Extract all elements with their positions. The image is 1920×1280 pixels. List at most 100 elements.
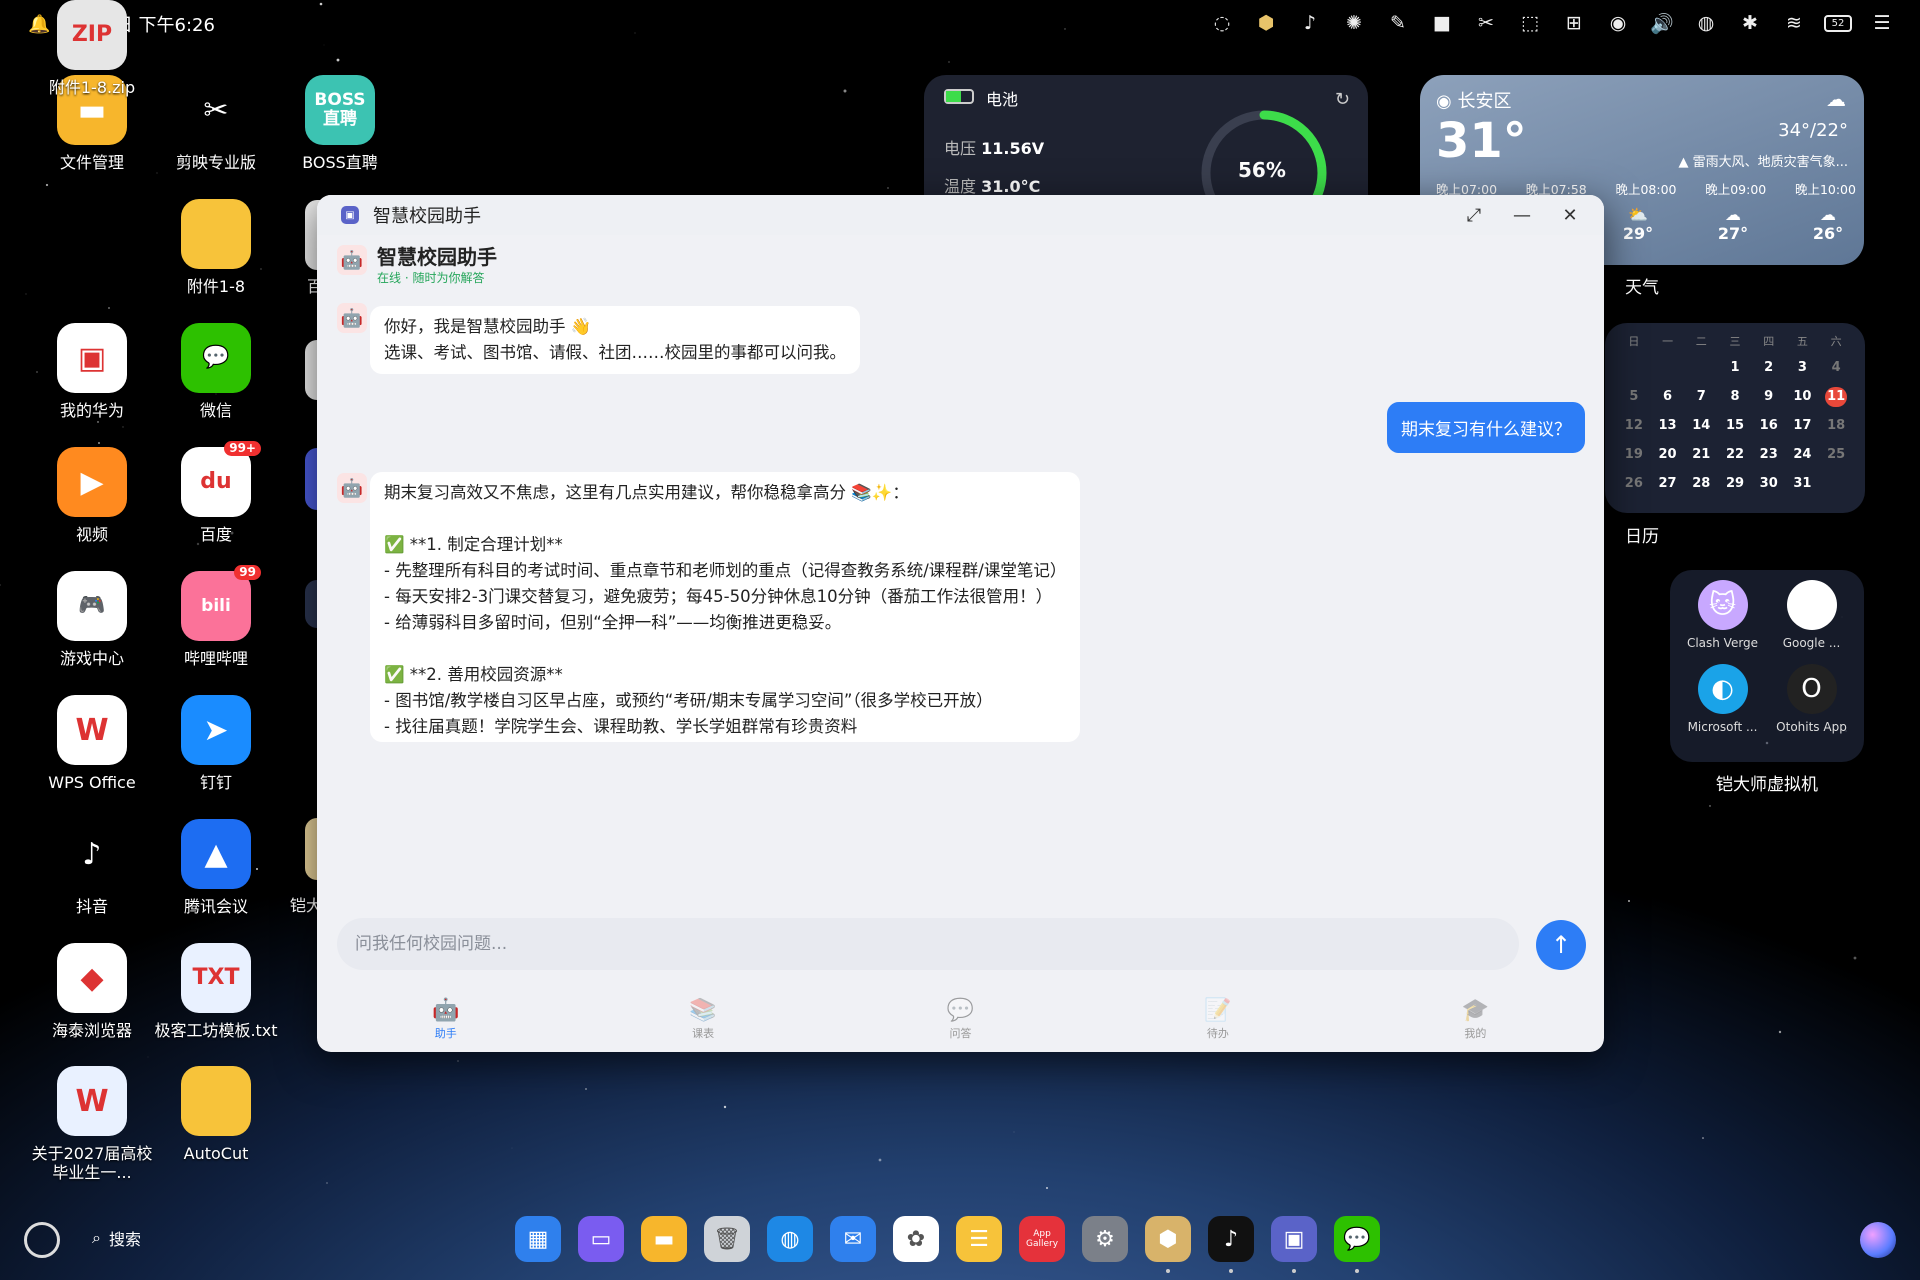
minimize-icon[interactable]: — [1502,201,1542,229]
notes-tray-icon[interactable]: ✎ [1384,9,1412,37]
calendar-day[interactable]: 11 [1825,387,1848,407]
douyin-tray-icon[interactable]: ♪ [1296,9,1324,37]
desktop-icon-8[interactable]: 🎮 游戏中心 [30,571,154,668]
calendar-day[interactable]: 13 [1651,416,1685,436]
dock-settings-icon[interactable]: ⚙ [1082,1216,1128,1262]
desktop-icon-3[interactable]: BOSS 直聘 BOSS直聘 [278,75,402,172]
dock-browser-icon[interactable]: ◍ [767,1216,813,1262]
desktop-icon-13[interactable]: ➤ 钉钉 [154,695,278,792]
send-button[interactable]: ↑ [1536,920,1586,970]
dock-campus-assistant-icon[interactable]: ▣ [1271,1216,1317,1273]
maximize-icon[interactable]: ⤢ [1454,201,1494,229]
dock-notes-icon[interactable]: ☰ [956,1216,1002,1262]
calendar-day[interactable]: 26 [1617,474,1651,494]
calendar-day[interactable]: 5 [1617,387,1651,407]
dock-mail-icon[interactable]: ✉ [830,1216,876,1262]
calendar-day[interactable]: 19 [1617,445,1651,465]
desktop-icon-6[interactable]: ▶ 视频 [30,447,154,544]
dock-virtual-machine-icon[interactable]: ⬢ [1145,1216,1191,1273]
tab-4[interactable]: 📝 待办 [1089,987,1346,1052]
campus-tray-icon[interactable]: ◉ [1604,9,1632,37]
calendar-day[interactable]: 22 [1718,445,1752,465]
screen-capture-tray-icon[interactable]: ⬚ [1516,9,1544,37]
calendar-day[interactable]: 17 [1786,416,1820,436]
screenshot-tray-icon[interactable]: ✂ [1472,9,1500,37]
calendar-day[interactable]: 23 [1752,445,1786,465]
calendar-day[interactable]: 4 [1819,358,1853,378]
pen-icon[interactable]: ◍ [1692,9,1720,37]
desktop-icon-11[interactable]: bili 99 哔哩哔哩 [154,565,278,668]
multiscreen-tray-icon[interactable]: ⊞ [1560,9,1588,37]
desktop-icon-4[interactable]: ▣ 我的华为 [30,323,154,420]
calendar-day[interactable]: 6 [1651,387,1685,407]
calendar-day[interactable]: 20 [1651,445,1685,465]
bluetooth-icon[interactable]: ✱ [1736,9,1764,37]
calendar-day[interactable]: 21 [1684,445,1718,465]
desktop-icon-14[interactable]: ◆ 海泰浏览器 [30,943,154,1040]
desktop-icon-7[interactable]: 💬 微信 [154,323,278,420]
folder-app[interactable]: ◐ Microsoft ... [1678,664,1767,734]
dock-douyin-icon[interactable]: ♪ [1208,1216,1254,1273]
desktop-icon-10[interactable]: W WPS Office [30,695,154,792]
dock-gallery-icon[interactable]: ✿ [893,1216,939,1262]
chat-input[interactable] [337,918,1519,970]
calendar-day[interactable]: 12 [1617,416,1651,436]
folder-widget[interactable]: 🐱 Clash Verge ◉ Google ... ◐ Microsoft ... O Ot… [1670,570,1864,762]
desktop-icon-5[interactable]: 附件1-8 [154,199,278,296]
calendar-day[interactable]: 8 [1718,387,1752,407]
volume-icon[interactable]: 🔊 [1648,9,1676,37]
calendar-day[interactable]: 1 [1718,358,1752,378]
desktop-icon-2[interactable]: ✂ 剪映专业版 [154,75,278,173]
desktop-icon-19[interactable]: AutoCut [154,1066,278,1163]
battery-icon[interactable]: 52 [1824,9,1852,37]
desktop-icon-15[interactable]: ▲ 腾讯会议 [154,819,278,916]
desktop-icon-16[interactable]: W 关于2027届高校毕业生一... [30,1066,154,1182]
folder-app[interactable]: O Otohits App [1767,664,1856,734]
dock-app-gallery-icon[interactable]: App Gallery [1019,1216,1065,1262]
tab-2[interactable]: 📚 课表 [574,987,831,1052]
calendar-day[interactable]: 29 [1718,474,1752,494]
desktop-icon-9[interactable]: du 99+ 百度 [154,441,278,544]
assistant-orb-icon[interactable] [1860,1222,1896,1258]
desktop-icon-18[interactable]: ZIP 附件1-8.zip [30,0,154,97]
calendar-day[interactable]: 25 [1819,445,1853,465]
calendar-day[interactable]: 3 [1786,358,1820,378]
close-icon[interactable]: ✕ [1550,201,1590,229]
tab-5[interactable]: 🎓 我的 [1347,987,1604,1052]
calendar-day[interactable]: 7 [1684,387,1718,407]
wifi-icon[interactable]: ≋ [1780,9,1808,37]
start-icon[interactable] [24,1222,60,1258]
dock-multi-window-icon[interactable]: ▭ [578,1216,624,1262]
dock-wechat-icon[interactable]: 💬 [1334,1216,1380,1273]
calendar-day[interactable]: 24 [1786,445,1820,465]
tab-1[interactable]: 🤖 助手 [317,987,574,1052]
calendar-day[interactable]: 9 [1752,387,1786,407]
calendar-day[interactable]: 27 [1651,474,1685,494]
calendar-day[interactable]: 14 [1684,416,1718,436]
dock-app-grid-icon[interactable]: ▦ [515,1216,561,1262]
folder-app[interactable]: ◉ Google ... [1767,580,1856,650]
desktop-icon-12[interactable]: ♪ 抖音 [30,819,154,917]
control-center-icon[interactable]: ☰ [1868,9,1896,37]
refresh-icon[interactable]: ↻ [1335,89,1350,110]
shield-tray-icon[interactable]: ⬢ [1252,9,1280,37]
calendar-day[interactable]: 31 [1786,474,1820,494]
dock-files-icon[interactable]: ▬ [641,1216,687,1262]
tab-3[interactable]: 💬 问答 [832,987,1089,1052]
desktop-icon-17[interactable]: TXT 极客工坊模板.txt [154,943,278,1040]
calendar-day[interactable]: 18 [1819,416,1853,436]
video-tray-icon[interactable]: ■ [1428,9,1456,37]
folder-app[interactable]: 🐱 Clash Verge [1678,580,1767,650]
calendar-day[interactable]: 16 [1752,416,1786,436]
calendar-day[interactable]: 10 [1786,387,1820,407]
dock-recycle-bin-icon[interactable]: 🗑 [704,1216,750,1262]
window-titlebar[interactable]: ▣ 智慧校园助手 ⤢ — ✕ [317,195,1604,235]
calendar-day[interactable]: 2 [1752,358,1786,378]
calendar-day[interactable]: 15 [1718,416,1752,436]
search-button[interactable]: ⌕ 搜索 [92,1226,141,1250]
calendar-day[interactable]: 30 [1752,474,1786,494]
calendar-widget[interactable]: 日一二三四五六 1 2 3 4 5 6 7 8 9 10 11 12 13 14 15 16 17 18 19 20 21… [1605,323,1865,513]
wechat-tray-icon[interactable]: ◌ [1208,9,1236,37]
assistant-tray-icon[interactable]: ✺ [1340,9,1368,37]
calendar-day[interactable]: 28 [1684,474,1718,494]
